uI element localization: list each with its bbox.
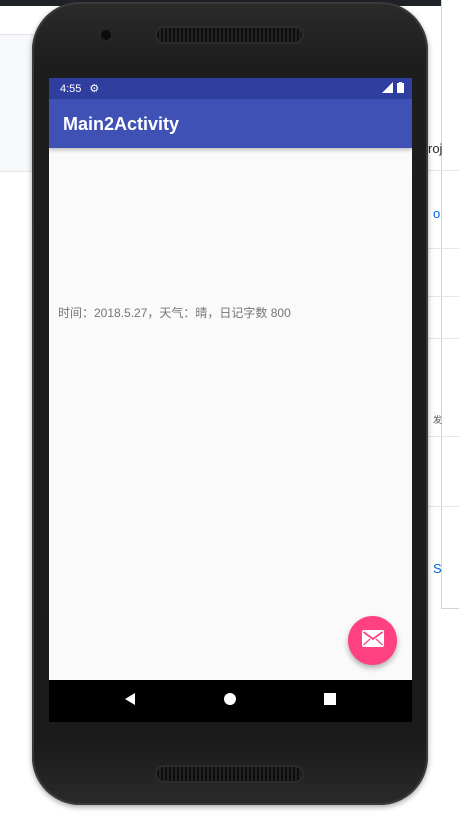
email-icon — [361, 629, 384, 652]
front-camera-icon — [101, 30, 111, 40]
background-text-fragment: 发 — [433, 415, 443, 425]
battery-icon — [397, 81, 404, 96]
back-triangle-icon — [123, 692, 137, 711]
signal-icon — [382, 81, 393, 96]
background-divider — [428, 296, 459, 297]
home-button[interactable] — [221, 692, 239, 710]
background-link-o[interactable]: o — [433, 206, 440, 221]
app-toolbar: Main2Activity — [49, 99, 412, 148]
earpiece-speaker — [157, 28, 302, 42]
background-divider — [428, 506, 459, 507]
background-divider — [428, 248, 459, 249]
diary-info-text: 时间：2018.5.27，天气：晴，日记字数 800 — [58, 306, 291, 320]
phone-screen: 4:55 ⚙ Main2Activity 时间：2018.5.27，天气：晴，日… — [49, 78, 412, 722]
background-divider — [428, 170, 459, 171]
recents-button[interactable] — [321, 692, 339, 710]
navigation-bar — [49, 680, 412, 722]
email-fab-button[interactable] — [348, 616, 397, 665]
status-bar: 4:55 ⚙ — [49, 78, 412, 99]
gear-icon: ⚙ — [89, 83, 100, 95]
bottom-speaker — [157, 767, 302, 781]
background-divider — [428, 338, 459, 339]
back-button[interactable] — [121, 692, 139, 710]
status-time: 4:55 — [60, 82, 82, 95]
background-link-s[interactable]: S — [433, 561, 442, 576]
screenshot-stage: roj o 发 S 4:55 ⚙ Main2Activity 时间：2018.5… — [0, 0, 459, 820]
background-text-roj: roj — [428, 141, 443, 156]
background-divider — [428, 436, 459, 437]
recents-square-icon — [323, 692, 337, 711]
home-circle-icon — [223, 692, 237, 711]
toolbar-title: Main2Activity — [63, 114, 180, 134]
background-right-panel — [441, 0, 459, 609]
